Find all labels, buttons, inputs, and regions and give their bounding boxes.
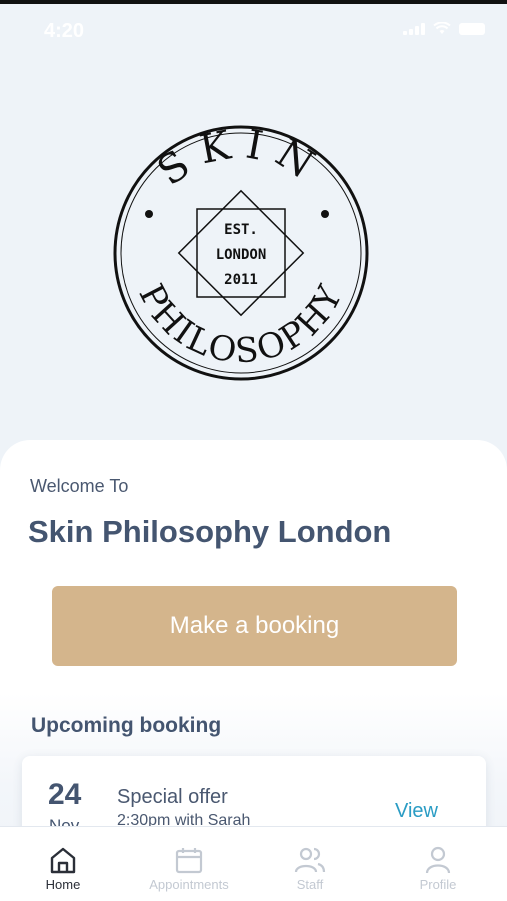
- tab-profile[interactable]: Profile: [375, 827, 501, 901]
- view-booking-link[interactable]: View: [395, 800, 438, 823]
- logo-brand-bottom: PHILOSOPHY: [131, 278, 350, 372]
- welcome-label: Welcome To: [30, 476, 129, 496]
- tab-home[interactable]: Home: [0, 827, 126, 901]
- booking-day: 24: [48, 778, 82, 811]
- page-title: Skin Philosophy London: [28, 514, 392, 549]
- make-booking-button[interactable]: Make a booking: [52, 586, 457, 666]
- system-icons: [403, 22, 485, 35]
- status-bar: 4:20: [0, 0, 507, 60]
- home-icon: [50, 847, 76, 874]
- battery-icon: [459, 22, 485, 35]
- logo-city: LONDON: [216, 247, 267, 263]
- signal-icon: [403, 22, 425, 35]
- bottom-tab-bar: Home Appointments Staff Profile: [0, 826, 507, 901]
- logo-year: 2011: [224, 272, 258, 288]
- brand-logo: SKIN PHILOSOPHY EST. LONDON 2011: [113, 122, 369, 381]
- svg-text:PHILOSOPHY: PHILOSOPHY: [131, 278, 352, 372]
- booking-title: Special offer: [117, 786, 228, 808]
- person-icon: [425, 846, 451, 874]
- calendar-icon: [175, 848, 203, 874]
- people-icon: [294, 847, 326, 873]
- tab-appointments-label: Appointments: [149, 877, 229, 892]
- status-time: 4:20: [44, 20, 85, 42]
- tab-home-label: Home: [45, 877, 81, 892]
- upcoming-heading: Upcoming booking: [31, 714, 222, 737]
- tab-staff[interactable]: Staff: [247, 827, 373, 901]
- logo-est: EST.: [224, 222, 258, 238]
- tab-appointments[interactable]: Appointments: [126, 827, 252, 901]
- tab-staff-label: Staff: [296, 877, 324, 892]
- wifi-icon: [433, 22, 451, 34]
- tab-profile-label: Profile: [419, 877, 457, 892]
